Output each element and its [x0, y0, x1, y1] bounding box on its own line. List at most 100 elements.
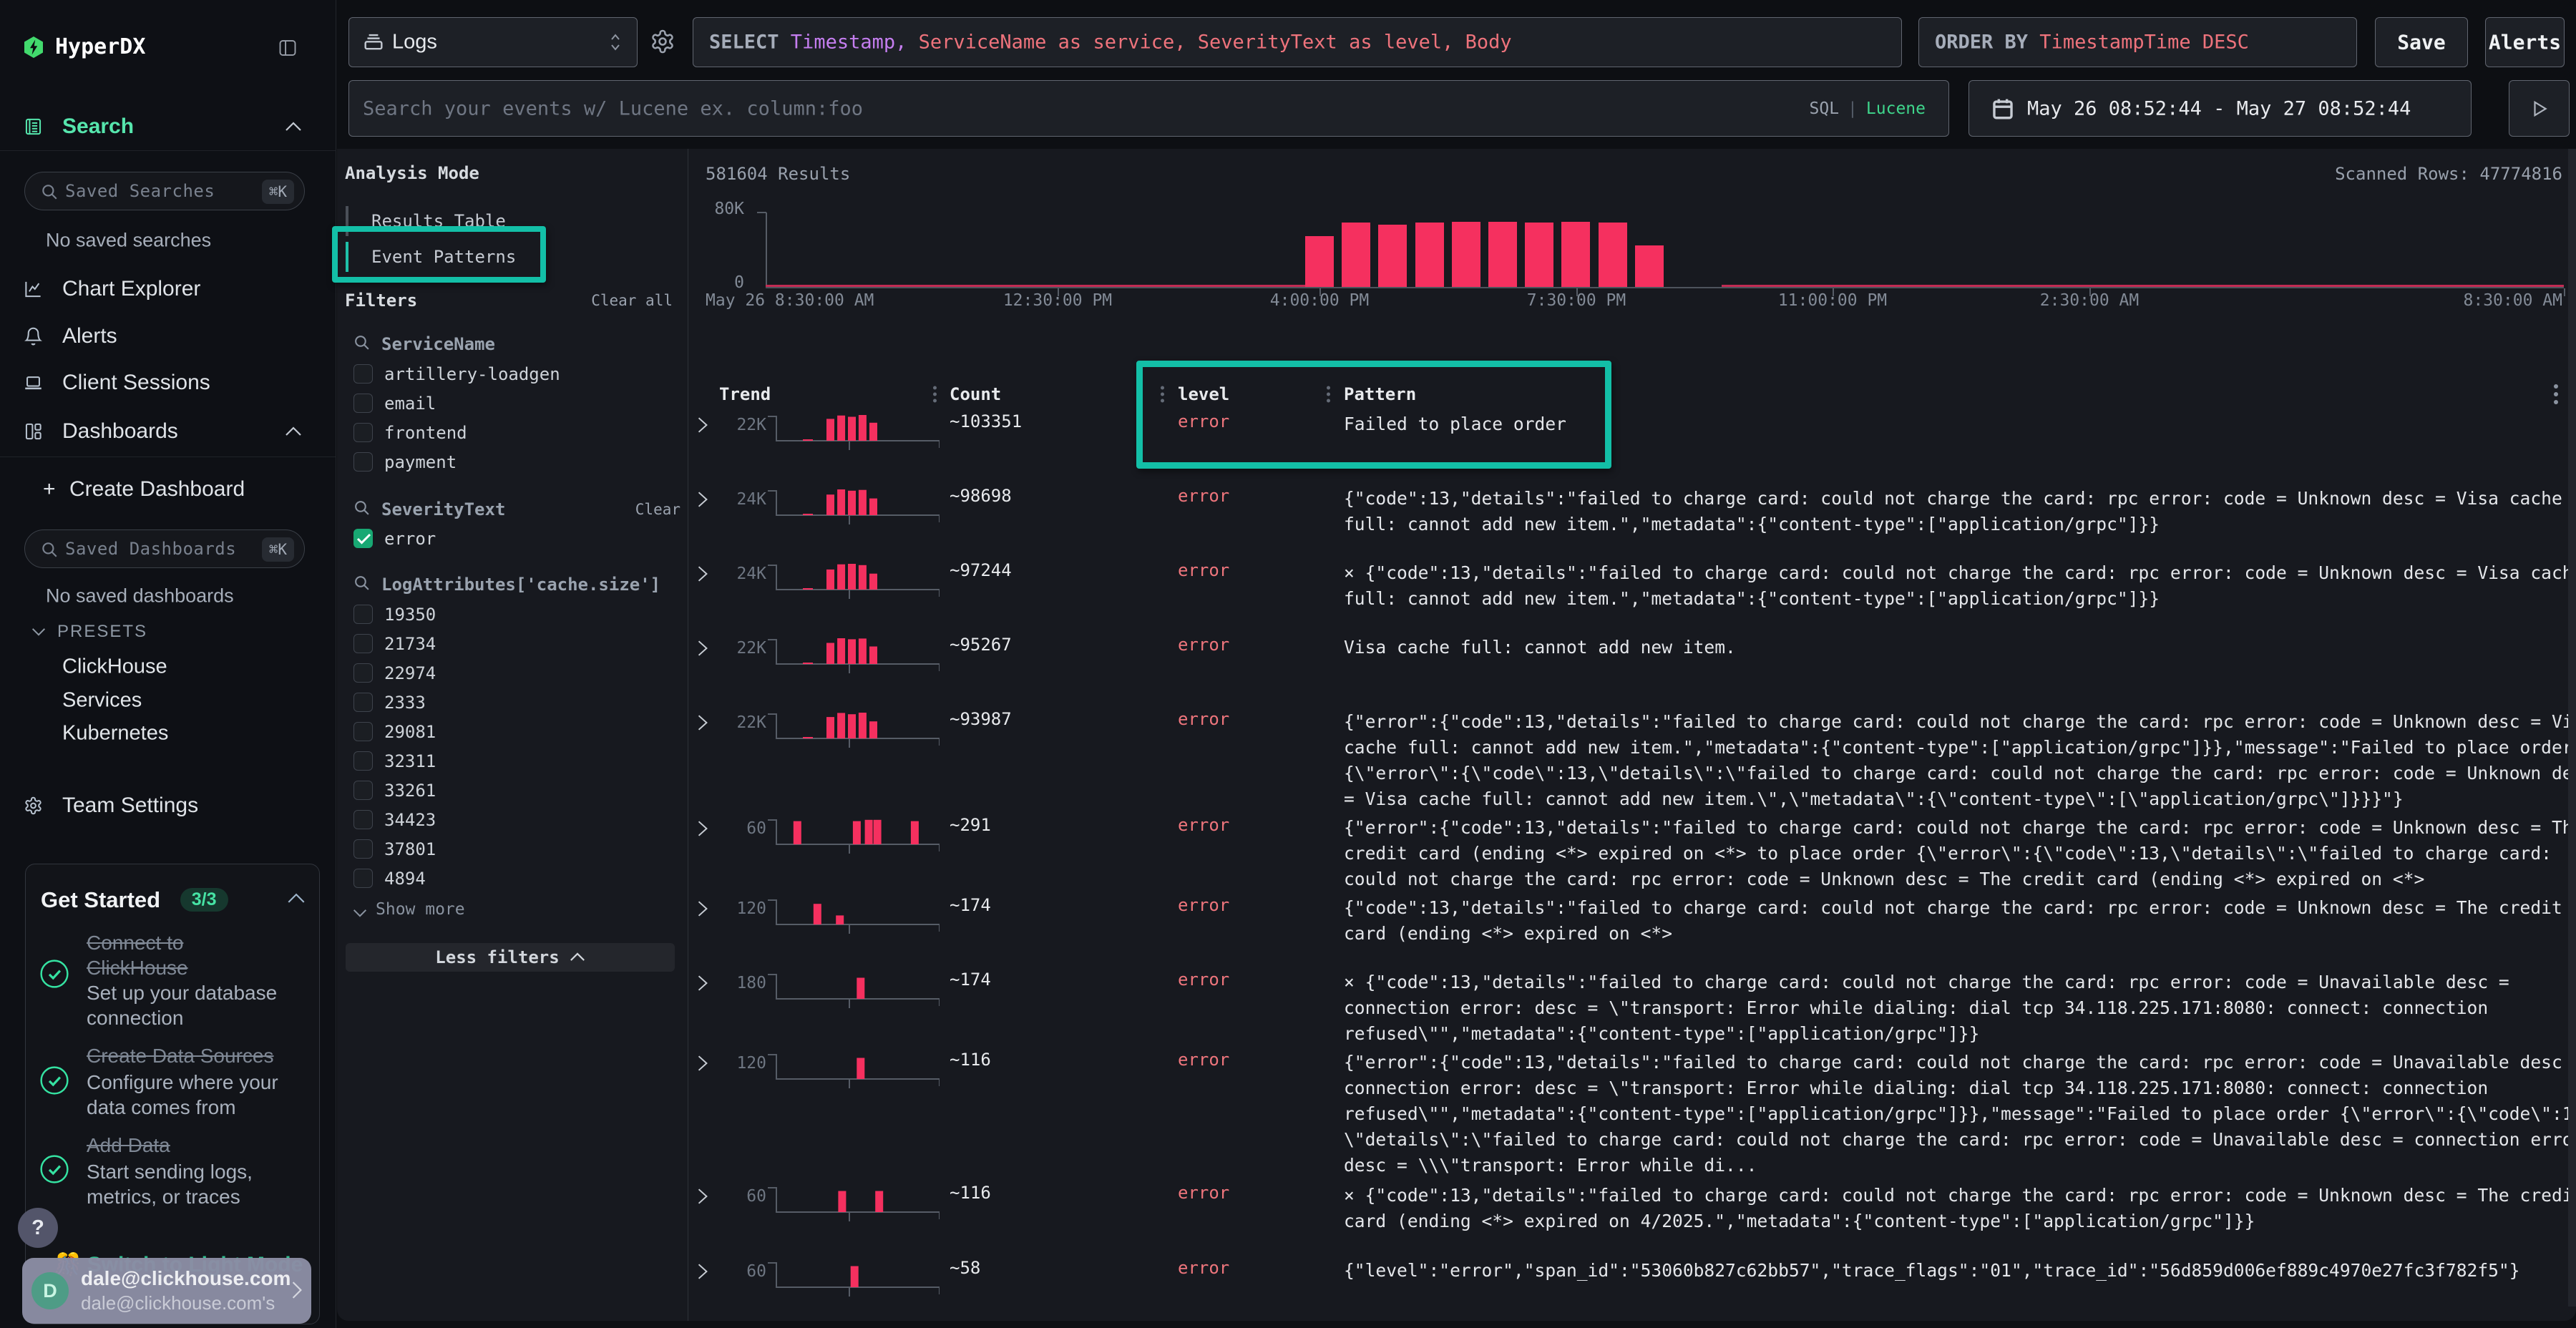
table-options-kebab-icon[interactable] — [2554, 392, 2558, 396]
chevron-up-icon[interactable] — [285, 426, 302, 436]
checkbox[interactable] — [353, 751, 373, 771]
hyperdx-logo-icon[interactable] — [24, 36, 43, 58]
table-row[interactable]: 120 ~116 error {"error":{"code":13,"deta… — [689, 1050, 2576, 1183]
source-settings-gear-icon[interactable] — [650, 29, 675, 54]
toggle-lucene[interactable]: Lucene — [1866, 99, 1926, 118]
filter-option[interactable]: 4894 — [353, 864, 675, 893]
filter-option[interactable]: 37801 — [353, 834, 675, 864]
filter-option[interactable]: error — [353, 524, 675, 553]
filter-option[interactable]: payment — [353, 447, 675, 477]
chevron-up-icon[interactable] — [285, 122, 302, 132]
filter-option[interactable]: 22974 — [353, 658, 675, 688]
hist-bar[interactable] — [1488, 222, 1517, 287]
checkbox[interactable] — [353, 634, 373, 653]
table-row[interactable]: 22K ~103351 error Failed to place order — [689, 411, 2576, 486]
date-range-picker[interactable]: May 26 08:52:44 - May 27 08:52:44 — [1968, 80, 2472, 137]
presets-toggle[interactable]: PRESETS — [31, 622, 147, 642]
save-button[interactable]: Save — [2375, 17, 2468, 67]
checkbox[interactable] — [353, 781, 373, 800]
order-by-input[interactable]: ORDER BY TimestampTime DESC — [1918, 17, 2357, 67]
run-query-button[interactable] — [2509, 80, 2570, 137]
filter-option[interactable]: 19350 — [353, 600, 675, 629]
checkbox[interactable] — [353, 693, 373, 712]
hist-bar[interactable] — [1415, 223, 1444, 287]
checkbox[interactable] — [353, 839, 373, 859]
show-more-link[interactable]: Show more — [353, 900, 465, 919]
gs-step-title[interactable]: Connect toClickHouse — [87, 930, 316, 980]
preset-clickhouse[interactable]: ClickHouse — [62, 655, 167, 679]
filter-option[interactable]: 34423 — [353, 805, 675, 834]
filter-option[interactable]: frontend — [353, 418, 675, 447]
hist-bar[interactable] — [1525, 223, 1553, 287]
table-row[interactable]: 24K ~98698 error {"code":13,"details":"f… — [689, 486, 2576, 560]
clear-all-link[interactable]: Clear all — [591, 292, 673, 309]
less-filters-button[interactable]: Less filters — [346, 943, 675, 972]
filter-option[interactable]: 33261 — [353, 776, 675, 805]
checkbox[interactable] — [353, 452, 373, 472]
gs-step-title[interactable]: Create Data Sources — [87, 1043, 316, 1068]
results-histogram[interactable]: 80K0May 26 8:30:00 AM12:30:00 PM4:00:00 … — [689, 149, 2576, 321]
hist-bar[interactable] — [1452, 222, 1480, 287]
col-header-trend[interactable]: Trend — [719, 384, 771, 404]
checkbox[interactable] — [353, 605, 373, 624]
hist-bar[interactable] — [1635, 245, 1664, 287]
preset-kubernetes[interactable]: Kubernetes — [62, 722, 168, 746]
sidebar-item-client-sessions[interactable]: Client Sessions — [0, 363, 336, 403]
user-menu[interactable]: D dale@clickhouse.com dale@clickhouse.co… — [22, 1258, 311, 1324]
checkbox[interactable] — [353, 810, 373, 829]
filter-option[interactable]: 21734 — [353, 629, 675, 658]
checkbox[interactable] — [353, 869, 373, 888]
table-row[interactable]: 60 ~116 error × {"code":13,"details":"fa… — [689, 1183, 2576, 1258]
chevron-up-icon[interactable] — [287, 893, 306, 904]
sidebar-collapse-icon[interactable] — [278, 38, 298, 58]
sidebar-item-alerts[interactable]: Alerts — [0, 316, 336, 356]
checkbox[interactable] — [353, 364, 373, 384]
sidebar-item-team-settings[interactable]: Team Settings — [0, 786, 336, 826]
filter-option[interactable]: 29081 — [353, 717, 675, 746]
saved-searches-input[interactable]: Saved Searches ⌘K — [24, 172, 305, 210]
hist-bar[interactable] — [1305, 236, 1334, 287]
filter-option[interactable]: 2333 — [353, 688, 675, 717]
lucene-search-input[interactable]: Search your events w/ Lucene ex. column:… — [348, 80, 1949, 137]
table-row[interactable]: 180 ~174 error × {"code":13,"details":"f… — [689, 970, 2576, 1050]
clear-group-link[interactable]: Clear — [635, 501, 680, 518]
sql-select-input[interactable]: SELECT Timestamp, ServiceName as service… — [693, 17, 1902, 67]
query-language-toggle[interactable]: SQL|Lucene — [1810, 99, 1926, 118]
checkbox[interactable] — [353, 663, 373, 683]
table-row[interactable]: 22K ~93987 error {"error":{"code":13,"de… — [689, 709, 2576, 815]
checkbox[interactable] — [353, 529, 373, 548]
table-row[interactable]: 24K ~97244 error × {"code":13,"details":… — [689, 560, 2576, 635]
hist-bar[interactable] — [1378, 225, 1407, 287]
hist-bar[interactable] — [1599, 223, 1627, 287]
preset-services[interactable]: Services — [62, 689, 142, 713]
sidebar-item-chart-explorer[interactable]: Chart Explorer — [0, 269, 336, 309]
search-icon[interactable] — [353, 499, 371, 517]
toggle-sql[interactable]: SQL — [1810, 99, 1840, 118]
search-icon[interactable] — [353, 333, 371, 351]
alerts-button[interactable]: Alerts — [2485, 17, 2565, 67]
drag-handle-icon[interactable] — [933, 393, 937, 396]
brand-title[interactable]: HyperDX — [55, 36, 145, 58]
help-button[interactable]: ? — [18, 1208, 58, 1248]
filter-option[interactable]: 32311 — [353, 746, 675, 776]
source-select[interactable]: Logs — [348, 17, 638, 67]
table-row[interactable]: 60 ~291 error {"error":{"code":13,"detai… — [689, 815, 2576, 895]
create-dashboard-button[interactable]: + Create Dashboard — [0, 469, 336, 509]
col-header-count[interactable]: Count — [950, 384, 1001, 404]
checkbox[interactable] — [353, 722, 373, 741]
scrollbar-track[interactable] — [2568, 149, 2576, 1307]
gs-step-title[interactable]: Add Data — [87, 1133, 316, 1158]
saved-dashboards-input[interactable]: Saved Dashboards ⌘K — [24, 529, 305, 568]
checkbox[interactable] — [353, 394, 373, 413]
table-row[interactable]: 120 ~174 error {"code":13,"details":"fai… — [689, 895, 2576, 970]
table-row[interactable]: 22K ~95267 error Visa cache full: cannot… — [689, 635, 2576, 709]
filter-option[interactable]: email — [353, 389, 675, 418]
hist-bar[interactable] — [1342, 223, 1370, 287]
sidebar-item-dashboards[interactable]: Dashboards — [0, 411, 336, 451]
table-row[interactable]: 60 ~58 error {"level":"error","span_id":… — [689, 1258, 2576, 1328]
hist-bar[interactable] — [1561, 222, 1590, 287]
checkbox[interactable] — [353, 423, 373, 442]
filter-option[interactable]: artillery-loadgen — [353, 359, 675, 389]
sidebar-item-search[interactable]: Search — [0, 107, 336, 147]
search-icon[interactable] — [353, 574, 371, 592]
